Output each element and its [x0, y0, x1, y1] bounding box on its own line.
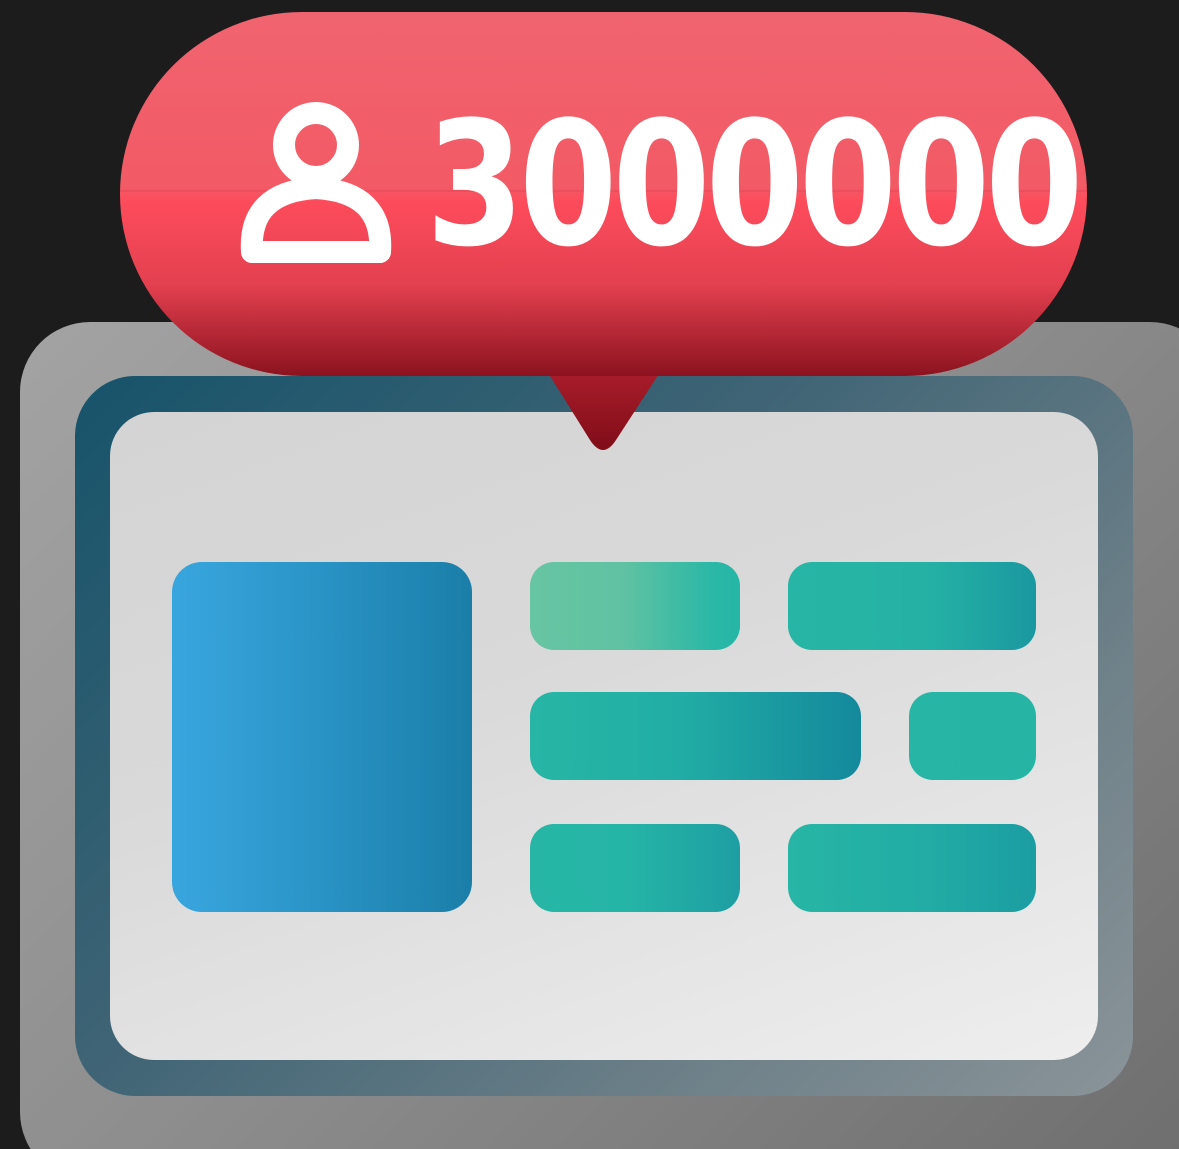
app-icon: 3000000 — [0, 0, 1179, 1149]
content-bar — [530, 562, 740, 650]
content-bar — [530, 824, 740, 912]
content-bar — [530, 692, 861, 780]
follower-count: 3000000 — [426, 84, 1083, 285]
content-bar — [788, 562, 1036, 650]
content-bar — [909, 692, 1036, 780]
image-placeholder — [172, 562, 472, 912]
content-bar — [788, 824, 1036, 912]
follower-count-badge: 3000000 — [0, 0, 1179, 470]
